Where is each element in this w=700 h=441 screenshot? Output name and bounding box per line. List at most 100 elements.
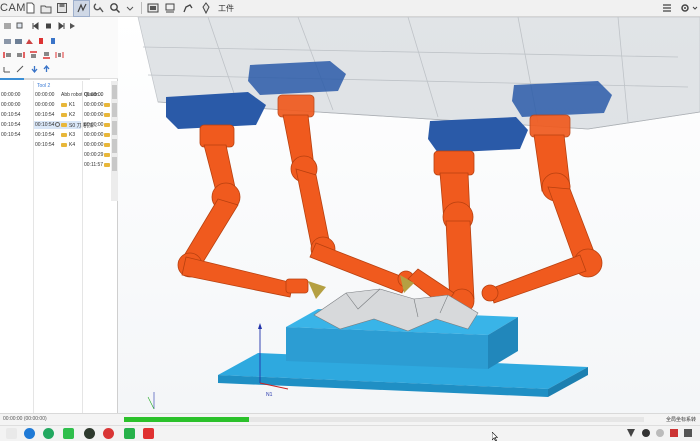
wrench-icon[interactable] xyxy=(93,2,105,14)
green-app-icon[interactable] xyxy=(43,428,54,439)
vertical-tab[interactable] xyxy=(112,139,117,153)
folder-icon xyxy=(61,123,67,127)
stop-icon[interactable] xyxy=(44,22,53,30)
3d-viewport[interactable]: N1 xyxy=(118,17,700,413)
chevron-down-icon[interactable] xyxy=(692,2,698,14)
robot-arm-icon[interactable] xyxy=(182,2,194,14)
list-icon[interactable] xyxy=(3,22,12,30)
fixture-icon[interactable] xyxy=(25,37,34,45)
robot-cell-scene: N1 xyxy=(137,17,700,410)
simulation-icon[interactable] xyxy=(147,2,159,14)
row-time: 00:00:00 xyxy=(84,142,104,148)
left-panel: 00:00:00 00:00:00 00:10:54 00:10:54 00:10:54… xyxy=(0,17,118,413)
row-time: 00:00:00 xyxy=(84,122,104,128)
folder-icon xyxy=(104,123,110,127)
row-time: 00:00:00 xyxy=(84,112,104,118)
tree-row[interactable]: 00:00:00 xyxy=(0,101,33,109)
vertical-tab[interactable] xyxy=(112,157,117,171)
folder-icon xyxy=(104,103,110,107)
folder-icon xyxy=(104,153,110,157)
open-file-icon[interactable] xyxy=(40,2,52,14)
tree-row[interactable]: 00:10:54 K2 xyxy=(34,111,81,119)
axis-y-icon[interactable] xyxy=(16,65,25,73)
row-time: 00:10:54 xyxy=(1,112,21,118)
cam-red-icon[interactable] xyxy=(143,428,154,439)
vertical-tab-strip xyxy=(111,81,118,201)
red-app-icon[interactable] xyxy=(103,428,114,439)
tree-row[interactable]: 00:00:00 xyxy=(83,91,110,99)
axis-x-icon[interactable] xyxy=(3,65,12,73)
tree-row[interactable]: 00:11:57 xyxy=(83,161,110,169)
copy-icon[interactable] xyxy=(16,22,25,30)
folder-icon xyxy=(104,143,110,147)
dropdown-arrow-icon[interactable] xyxy=(124,2,136,14)
workpiece-tab[interactable]: 工件 xyxy=(218,3,234,14)
align-bottom-icon[interactable] xyxy=(42,51,51,59)
tray-network-icon[interactable] xyxy=(656,429,664,437)
row-time: 00:00:00 xyxy=(35,92,55,98)
operation-column: Tool 2 00:00:00 Abb robot Quadr... 00:00:0… xyxy=(33,81,102,413)
tree-row[interactable]: 00:00:00 xyxy=(83,121,110,129)
row-time: 00:10:54 xyxy=(1,132,21,138)
vertical-tab[interactable] xyxy=(112,85,117,99)
vertical-tab[interactable] xyxy=(112,121,117,135)
tree-row[interactable]: 00:00:00 Abb robot Quadr... xyxy=(34,91,102,99)
left-tool-grid xyxy=(0,17,118,80)
pin-icon[interactable] xyxy=(200,2,212,14)
tree-row[interactable]: 00:10:54 S0 刀路(加... xyxy=(34,121,97,129)
step-forward-icon[interactable] xyxy=(57,22,66,30)
row-time: 00:10:54 xyxy=(35,122,55,128)
time-column-1: 00:00:00 00:00:00 00:10:54 00:10:54 00:10:54 xyxy=(0,81,33,413)
tray-app-icon[interactable] xyxy=(670,429,678,437)
tree-row[interactable]: 00:10:54 K4 xyxy=(34,141,81,149)
tree-row[interactable]: 00:10:54 xyxy=(0,121,33,129)
settings-gear-icon[interactable] xyxy=(679,2,691,14)
menu-icon[interactable] xyxy=(661,2,673,14)
play-icon[interactable] xyxy=(68,22,77,30)
tree-row[interactable]: 00:10:54 xyxy=(0,111,33,119)
tray-keyboard-icon[interactable] xyxy=(684,429,692,437)
view-orientation-triad xyxy=(147,392,155,410)
tool-red-icon[interactable] xyxy=(37,37,46,45)
align-top-icon[interactable] xyxy=(29,51,38,59)
cam-green-icon[interactable] xyxy=(124,428,135,439)
tree-row[interactable]: 00:00:00 xyxy=(83,101,110,109)
tool-blue-icon[interactable] xyxy=(49,37,58,45)
tree-row[interactable]: 00:00:00 xyxy=(0,91,33,99)
simulation-slider[interactable] xyxy=(0,78,90,80)
tree-row[interactable]: 00:00:29 xyxy=(83,151,110,159)
toolpath-icon[interactable] xyxy=(76,2,88,14)
tray-arrow-icon[interactable] xyxy=(627,429,635,437)
vertical-tab[interactable] xyxy=(112,103,117,117)
machine-part-icon[interactable] xyxy=(3,37,12,45)
step-back-icon[interactable] xyxy=(31,22,40,30)
windows-icon[interactable] xyxy=(6,428,17,439)
save-file-icon[interactable] xyxy=(56,2,68,14)
search-icon[interactable] xyxy=(109,2,121,14)
distribute-icon[interactable] xyxy=(55,51,64,59)
tree-row[interactable]: 00:10:54 K3 xyxy=(34,131,81,139)
dark-app-icon[interactable] xyxy=(84,428,95,439)
row-time: 00:10:54 xyxy=(35,142,55,148)
align-left-icon[interactable] xyxy=(3,51,12,59)
status-bar: 00:00:00 (00:00:00) 全局坐标系转 xyxy=(0,413,700,425)
machine-icon[interactable] xyxy=(164,2,176,14)
tool-column-title: Tool 2 xyxy=(37,83,51,89)
new-file-icon[interactable] xyxy=(24,2,36,14)
tree-row[interactable]: 00:00:00 xyxy=(83,141,110,149)
tree-row[interactable]: 00:00:00 xyxy=(83,131,110,139)
folder-icon xyxy=(104,133,110,137)
tree-row[interactable]: 00:00:00 xyxy=(83,111,110,119)
block-icon[interactable] xyxy=(14,37,23,45)
row-time: 00:11:57 xyxy=(84,162,104,168)
arrow-down-icon[interactable] xyxy=(30,65,39,73)
tree-row[interactable]: 00:10:54 xyxy=(0,131,33,139)
tree-row[interactable]: 00:00:00 K1 xyxy=(34,101,81,109)
arrow-up-icon[interactable] xyxy=(42,65,51,73)
align-right-icon[interactable] xyxy=(16,51,25,59)
origin-label: N1 xyxy=(266,392,273,398)
tray-volume-icon[interactable] xyxy=(642,429,650,437)
browser-icon[interactable] xyxy=(24,428,35,439)
chrome-icon[interactable] xyxy=(63,428,74,439)
simulation-progress xyxy=(124,417,644,422)
